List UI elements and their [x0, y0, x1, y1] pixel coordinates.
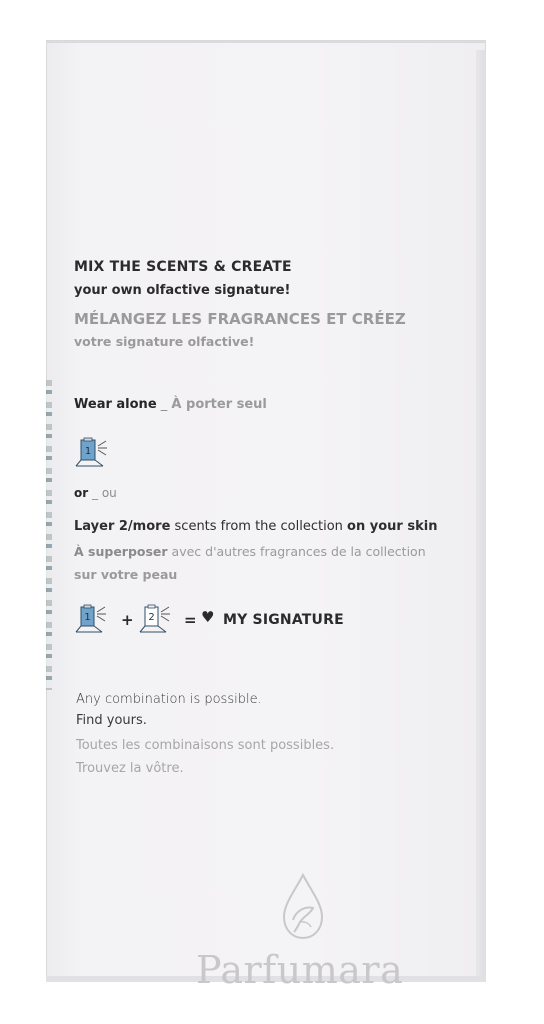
- layer-en-text: scents from the collection: [170, 519, 348, 534]
- layer-en-line: Layer 2/more scents from the collection …: [74, 519, 437, 534]
- closing-fr-line-2: Trouvez la vôtre.: [76, 761, 184, 776]
- signature-equation: 1 + 2 = ♥ MY SIGNATURE: [74, 603, 394, 639]
- layer-fr-bold: À superposer: [74, 544, 168, 559]
- bottle-single-label: 1: [85, 446, 91, 457]
- watermark-logo-text: Parfumara: [196, 948, 404, 992]
- or-fr: ou: [101, 486, 117, 500]
- heading-en-title: MIX THE SCENTS & CREATE: [74, 259, 292, 275]
- layer-en-bold-1: Layer 2/more: [74, 519, 171, 534]
- layer-fr-line: À superposer avec d'autres fragrances de…: [74, 544, 426, 559]
- heading-fr-title: MÉLANGEZ LES FRAGRANCES ET CRÉEZ: [74, 310, 406, 328]
- spray-bottle-icon: 1: [75, 437, 107, 467]
- closing-en-line-2: Find yours.: [76, 713, 147, 728]
- layer-fr-text: avec d'autres fragrances de la collectio…: [167, 544, 426, 559]
- wear-alone-line: Wear alone _ À porter seul: [74, 397, 267, 412]
- or-separator: _: [92, 486, 98, 500]
- spray-bottle-2-icon: 2: [139, 604, 170, 633]
- spray-bottle-1-icon: 1: [75, 604, 106, 633]
- heart-icon: ♥: [201, 608, 215, 626]
- or-en: or: [74, 486, 89, 500]
- layer-en-bold-2: on your skin: [347, 519, 438, 534]
- bottle-1-label: 1: [84, 612, 90, 623]
- heading-en-subtitle: your own olfactive signature!: [74, 283, 291, 298]
- signature-result: MY SIGNATURE: [223, 612, 344, 628]
- closing-en-line-1: Any combination is possible.: [76, 692, 262, 707]
- layer-fr-line-2: sur votre peau: [74, 567, 178, 582]
- box-right-edge: [476, 50, 486, 980]
- plus-sign: +: [121, 611, 134, 629]
- wear-alone-en: Wear alone: [74, 397, 157, 412]
- bottle-2-label: 2: [148, 612, 154, 623]
- or-line: or _ ou: [74, 486, 117, 500]
- side-artwork-strip: [46, 380, 52, 690]
- wear-alone-separator: _: [160, 397, 168, 412]
- equals-sign: =: [184, 611, 197, 629]
- wear-alone-fr: À porter seul: [171, 397, 267, 412]
- heading-fr-subtitle: votre signature olfactive!: [74, 334, 255, 349]
- droplet-logo-icon: [282, 872, 324, 940]
- perfume-box-panel: [46, 42, 486, 982]
- closing-fr-line-1: Toutes les combinaisons sont possibles.: [76, 738, 335, 753]
